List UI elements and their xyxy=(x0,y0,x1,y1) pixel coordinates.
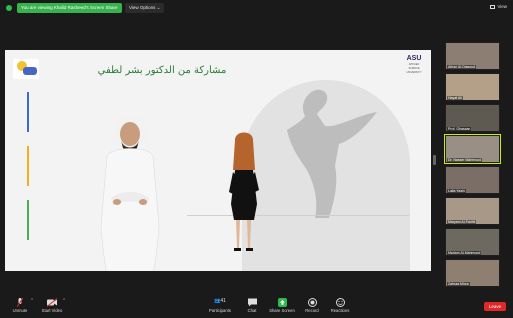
chat-button[interactable]: Chat xyxy=(236,298,268,313)
microphone-muted-icon xyxy=(17,298,23,307)
shared-screen-slide: ASU APPLIED SCIENCE UNIVERSITY مشاركة من… xyxy=(5,50,431,271)
meeting-toolbar: Unmute ⌃ Start Video ⌃ 👥41 Participants … xyxy=(0,296,513,318)
top-bar: You are viewing Khalid Rasheed's Screen … xyxy=(0,0,513,16)
slide-title: مشاركة من الدكتور بشر لطفي xyxy=(97,65,227,76)
record-icon xyxy=(307,298,317,307)
participant-name: Laila Yasin xyxy=(447,189,466,193)
speaker-photo xyxy=(100,115,160,271)
share-screen-icon xyxy=(277,298,287,307)
asu-logo: ASU APPLIED SCIENCE UNIVERSITY xyxy=(406,55,422,74)
participant-tile[interactable]: Afnan Al-Dawoud xyxy=(445,42,500,70)
accent-bar-yellow xyxy=(27,146,29,186)
accent-bar-green xyxy=(27,200,29,240)
leave-meeting-button[interactable]: Leave xyxy=(484,302,506,311)
participant-name: Hayat Ali xyxy=(447,96,463,100)
participant-name: Afnan Al-Dawoud xyxy=(447,65,477,69)
participant-tile[interactable]: Laila Yasin xyxy=(445,166,500,194)
accent-bar-blue xyxy=(27,92,29,132)
gallery-grid-icon xyxy=(490,4,496,9)
participant-tile[interactable]: Maryam Al-Fadhli xyxy=(445,197,500,225)
participant-name: Dr. Nasser Mahmoud xyxy=(447,158,483,162)
video-off-icon xyxy=(47,298,57,307)
participant-name: Maryam Al-Fadhli xyxy=(447,220,477,224)
conference-logo xyxy=(13,59,39,79)
participants-icon: 👥41 xyxy=(214,298,226,304)
participant-name: Mariam Al-Mahmood xyxy=(447,251,482,255)
chat-bubble-icon xyxy=(247,298,257,307)
reactions-smiley-icon xyxy=(335,298,345,307)
participant-tile[interactable]: Prof. Ghassan xyxy=(445,104,500,132)
reactions-button[interactable]: Reactions xyxy=(324,298,356,313)
audio-options-chevron-icon[interactable]: ⌃ xyxy=(30,298,34,304)
participant-name: Zahraa Mirza xyxy=(447,282,470,286)
participant-tile[interactable]: Hayat Ali xyxy=(445,73,500,101)
security-shield-icon[interactable] xyxy=(6,5,12,11)
superhero-shadow-silhouette xyxy=(287,89,377,218)
participant-tile[interactable]: Mariam Al-Mahmood xyxy=(445,228,500,256)
participants-count: 41 xyxy=(220,298,226,304)
woman-figure xyxy=(229,132,259,251)
share-screen-button[interactable]: Share Screen xyxy=(266,298,298,313)
screen-share-banner: You are viewing Khalid Rasheed's Screen … xyxy=(17,3,122,13)
video-options-chevron-icon[interactable]: ⌃ xyxy=(62,298,66,304)
view-button[interactable]: View xyxy=(490,4,507,9)
view-options-button[interactable]: View Options ⌄ xyxy=(125,3,165,13)
participants-button[interactable]: 👥41 Participants xyxy=(204,298,236,313)
participant-name: Prof. Ghassan xyxy=(447,127,472,131)
panel-resize-handle[interactable] xyxy=(433,155,436,165)
participant-tile[interactable]: Zahraa Mirza xyxy=(445,259,500,287)
participant-tile-active-speaker[interactable]: Dr. Nasser Mahmoud xyxy=(444,134,501,164)
view-label: View xyxy=(497,4,507,9)
